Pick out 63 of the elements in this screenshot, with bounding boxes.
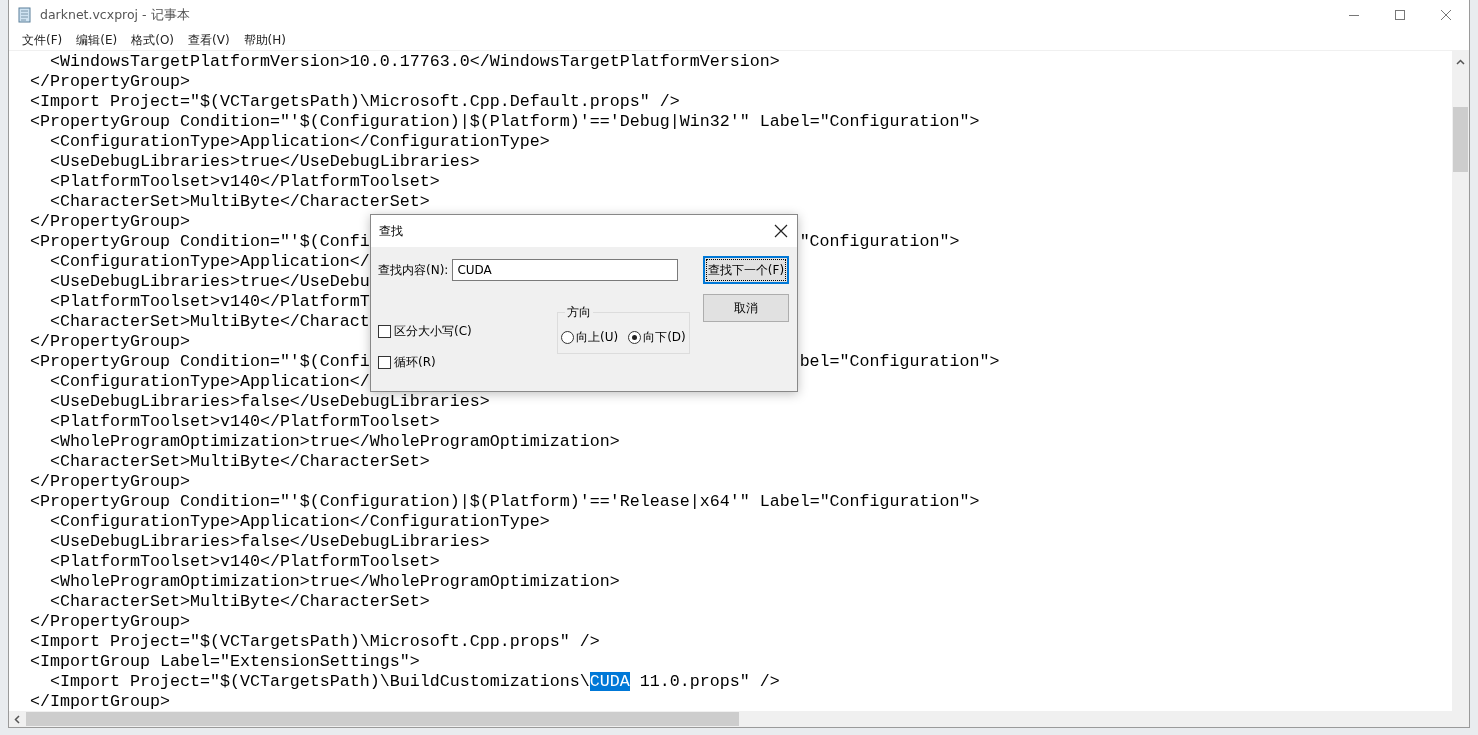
code-line: </ImportGroup> bbox=[29, 692, 170, 711]
code-line: <ConfigurationType>Application</ bbox=[48, 252, 370, 272]
code-line: <PropertyGroup Condition="'$(Confi bbox=[29, 352, 370, 372]
code-line: <UseDebugLibraries>true</UseDebu bbox=[48, 272, 370, 292]
notepad-icon bbox=[18, 7, 32, 23]
code-line: <WholeProgramOptimization>true</WholeProgramOptimization> bbox=[48, 432, 620, 452]
code-line: </PropertyGroup> bbox=[29, 72, 190, 92]
checkbox-label[interactable]: 循环(R) bbox=[394, 354, 436, 371]
code-line: <CharacterSet>MultiByte</CharacterSet> bbox=[48, 592, 430, 612]
code-line: <Import Project="$(VCTargetsPath)\Microsoft.Cpp.props" /> bbox=[29, 632, 600, 652]
code-line: </PropertyGroup> bbox=[29, 472, 190, 492]
checkbox-label[interactable]: 区分大小写(C) bbox=[394, 323, 472, 340]
code-line: <PlatformToolset>v140</PlatformT bbox=[48, 292, 370, 312]
scroll-up-icon[interactable] bbox=[1456, 59, 1465, 65]
code-line: <WindowsTargetPlatformVersion>10.0.17763.0</WindowsTargetPlatformVersion> bbox=[48, 52, 780, 72]
code-line: <ImportGroup Label="ExtensionSettings"> bbox=[29, 652, 420, 672]
dialog-button[interactable]: 查找下一个(F) bbox=[703, 256, 789, 284]
scroll-left-icon[interactable] bbox=[14, 714, 20, 724]
menu-item[interactable]: 编辑(E) bbox=[69, 31, 125, 49]
menu-item[interactable]: 查看(V) bbox=[181, 31, 237, 49]
code-line: <PlatformToolset>v140</PlatformToolset> bbox=[48, 172, 440, 192]
code-line: <PropertyGroup Condition="'$(Configuration)|$(Platform)'=='Release|x64'" Label="Configuration"> bbox=[29, 492, 980, 512]
group-label: 方向 bbox=[566, 304, 592, 321]
code-line: <CharacterSet>MultiByte</Charact bbox=[48, 312, 370, 332]
code-line: <CharacterSet>MultiByte</CharacterSet> bbox=[48, 192, 430, 212]
code-line: </PropertyGroup> bbox=[29, 612, 190, 632]
code-line: <PlatformToolset>v140</PlatformToolset> bbox=[48, 412, 440, 432]
code-line: bel="Configuration"> bbox=[799, 352, 1000, 372]
code-line: <Import Project="$(VCTargetsPath)\BuildCustomizations\CUDA 11.0.props" /> bbox=[48, 672, 780, 692]
code-line: <CharacterSet>MultiByte</CharacterSet> bbox=[48, 452, 430, 472]
menu-item[interactable]: 文件(F) bbox=[15, 31, 70, 49]
close-icon[interactable] bbox=[774, 224, 788, 238]
checkbox[interactable] bbox=[378, 325, 391, 338]
code-line: <UseDebugLibraries>false</UseDebugLibraries> bbox=[48, 392, 490, 412]
code-line: <ConfigurationType>Application</ bbox=[48, 372, 370, 392]
search-field[interactable]: CUDA bbox=[452, 259, 679, 281]
code-line: <UseDebugLibraries>true</UseDebugLibraries> bbox=[48, 152, 480, 172]
code-line: <ConfigurationType>Application</ConfigurationType> bbox=[48, 132, 550, 152]
vertical-scrollbar[interactable] bbox=[1452, 51, 1469, 711]
code-line: <ConfigurationType>Application</ConfigurationType> bbox=[48, 512, 550, 532]
radio-button[interactable] bbox=[561, 331, 574, 344]
checkbox[interactable] bbox=[378, 356, 391, 369]
field-label: 查找内容(N): bbox=[378, 261, 449, 279]
menu-item[interactable]: 帮助(H) bbox=[236, 31, 293, 49]
window-title: darknet.vcxproj - 记事本 bbox=[40, 6, 190, 24]
radio-button[interactable] bbox=[628, 331, 642, 344]
scrollbar-thumb[interactable] bbox=[1453, 107, 1468, 172]
code-line: </PropertyGroup> bbox=[29, 332, 190, 352]
code-line: <UseDebugLibraries>false</UseDebugLibraries> bbox=[48, 532, 490, 552]
code-line: <Import Project="$(VCTargetsPath)\Microsoft.Cpp.Default.props" /> bbox=[29, 92, 680, 112]
radio-label[interactable]: 向下(D) bbox=[643, 329, 686, 346]
code-line: <PlatformToolset>v140</PlatformToolset> bbox=[48, 552, 440, 572]
dialog-title: 查找 bbox=[379, 222, 404, 240]
radio-label[interactable]: 向上(U) bbox=[576, 329, 619, 346]
maximize-icon[interactable] bbox=[1394, 9, 1406, 21]
dialog-button[interactable]: 取消 bbox=[703, 294, 789, 322]
code-line: <PropertyGroup Condition="'$(Confi bbox=[29, 232, 370, 252]
code-line: "Configuration"> bbox=[799, 232, 960, 252]
code-line: <PropertyGroup Condition="'$(Configuration)|$(Platform)'=='Debug|Win32'" Label="Configuration"> bbox=[29, 112, 980, 132]
code-line: </PropertyGroup> bbox=[29, 212, 190, 232]
scrollbar-thumb[interactable] bbox=[26, 712, 739, 726]
menu-item[interactable]: 格式(O) bbox=[124, 31, 182, 49]
code-line: <WholeProgramOptimization>true</WholeProgramOptimization> bbox=[48, 572, 620, 592]
